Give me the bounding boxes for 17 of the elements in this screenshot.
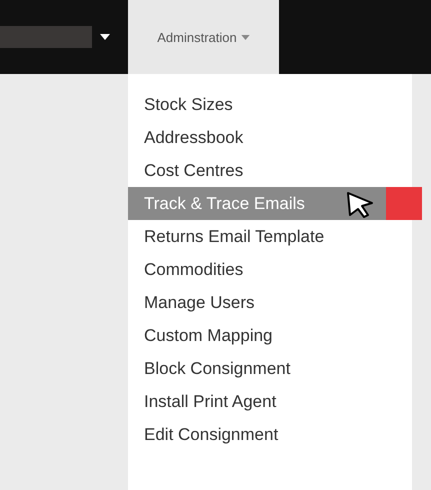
caret-icon xyxy=(100,34,110,40)
menu-item[interactable]: Manage Users xyxy=(128,286,422,319)
menu-item[interactable]: Install Print Agent xyxy=(128,385,422,418)
cursor-icon xyxy=(346,191,374,219)
menu-item[interactable]: Custom Mapping xyxy=(128,319,422,352)
nav-field[interactable] xyxy=(0,26,92,48)
caret-icon xyxy=(240,34,250,40)
menu-item[interactable]: Stock Sizes xyxy=(128,88,422,121)
menu-item[interactable]: Cost Centres xyxy=(128,154,422,187)
menu-item[interactable]: Edit Consignment xyxy=(128,418,422,451)
menu-item[interactable]: Track & Trace Emails xyxy=(128,187,422,220)
highlight-marker xyxy=(386,187,422,220)
menu-item[interactable]: Block Consignment xyxy=(128,352,422,385)
admin-menu-tab[interactable]: Adminstration xyxy=(128,0,279,74)
menu-item[interactable]: Commodities xyxy=(128,253,422,286)
menu-item[interactable]: Addressbook xyxy=(128,121,422,154)
menu-item[interactable]: Returns Email Template xyxy=(128,220,422,253)
